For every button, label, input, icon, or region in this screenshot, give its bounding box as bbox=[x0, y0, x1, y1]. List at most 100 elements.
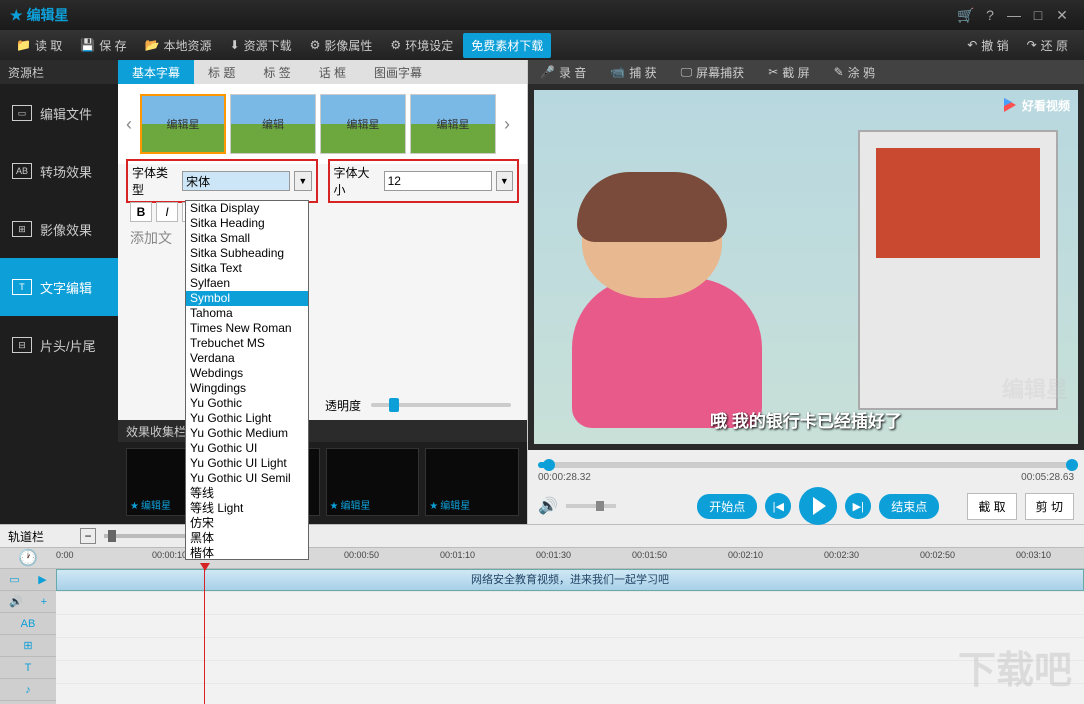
sidebar-item-video-fx[interactable]: ⊞影像效果 bbox=[0, 200, 118, 258]
font-size-input[interactable] bbox=[384, 171, 492, 191]
end-point-button[interactable]: 结束点 bbox=[879, 494, 939, 519]
sidebar-item-edit-file[interactable]: ▭编辑文件 bbox=[0, 84, 118, 142]
bold-button[interactable]: B bbox=[130, 202, 152, 222]
tb-props[interactable]: ⚙ 影像属性 bbox=[302, 33, 381, 58]
font-option[interactable]: Times New Roman bbox=[186, 321, 308, 336]
close-icon[interactable]: ✕ bbox=[1050, 7, 1074, 24]
ab-track-header[interactable]: AB bbox=[0, 613, 56, 635]
start-point-button[interactable]: 开始点 bbox=[697, 494, 757, 519]
effect-thumb-3[interactable]: ★编辑星 bbox=[326, 448, 420, 516]
pt-record[interactable]: 🎤 录 音 bbox=[528, 60, 598, 84]
effect-thumb-4[interactable]: ★编辑星 bbox=[425, 448, 519, 516]
next-button[interactable]: ▶| bbox=[845, 493, 871, 519]
font-option[interactable]: Sitka Heading bbox=[186, 216, 308, 231]
thumb-4[interactable]: 编辑星 bbox=[410, 94, 496, 154]
font-option[interactable]: Yu Gothic UI bbox=[186, 441, 308, 456]
pt-screen-capture[interactable]: 🖵 屏幕捕获 bbox=[669, 60, 757, 84]
font-type-dropdown-btn[interactable]: ▼ bbox=[294, 171, 311, 191]
tab-label[interactable]: 标 签 bbox=[249, 60, 304, 84]
font-option[interactable]: Yu Gothic UI Semil bbox=[186, 471, 308, 486]
sidebar-item-text-edit[interactable]: T文字编辑 bbox=[0, 258, 118, 316]
thumb-next[interactable]: › bbox=[500, 94, 514, 154]
text-track-header[interactable]: T bbox=[0, 657, 56, 679]
font-option[interactable]: Sitka Text bbox=[186, 261, 308, 276]
sidebar-item-transition[interactable]: AB转场效果 bbox=[0, 142, 118, 200]
tb-local[interactable]: 📂 本地资源 bbox=[137, 33, 220, 58]
help-icon[interactable]: ? bbox=[978, 7, 1002, 23]
seek-bar[interactable] bbox=[538, 462, 1074, 468]
effects-header: 效果收集栏 bbox=[118, 420, 527, 442]
center-panel: 基本字幕 标 题 标 签 话 框 图画字幕 ‹ 编辑星 编辑 编辑星 编辑星 ›… bbox=[118, 60, 528, 524]
font-option[interactable]: Yu Gothic bbox=[186, 396, 308, 411]
prev-button[interactable]: |◀ bbox=[765, 493, 791, 519]
tab-speech[interactable]: 话 框 bbox=[305, 60, 360, 84]
font-option[interactable]: 等线 Light bbox=[186, 501, 308, 516]
font-option[interactable]: 楷体 bbox=[186, 546, 308, 560]
font-option[interactable]: Sylfaen bbox=[186, 276, 308, 291]
volume-slider[interactable] bbox=[566, 504, 616, 508]
minimize-icon[interactable]: — bbox=[1002, 7, 1026, 23]
layout-icon: ⊟ bbox=[12, 337, 32, 353]
tab-basic-subtitle[interactable]: 基本字幕 bbox=[118, 60, 194, 84]
star-icon: ★ bbox=[330, 501, 339, 512]
font-option[interactable]: Yu Gothic UI Light bbox=[186, 456, 308, 471]
zoom-slider[interactable] bbox=[104, 534, 194, 538]
font-dropdown-list[interactable]: Sitka DisplaySitka HeadingSitka SmallSit… bbox=[185, 200, 309, 560]
tb-undo[interactable]: ↶ 撤 销 bbox=[959, 33, 1016, 58]
font-option[interactable]: Symbol bbox=[186, 291, 308, 306]
tb-save[interactable]: 💾 保 存 bbox=[72, 33, 134, 58]
opacity-slider[interactable] bbox=[371, 403, 511, 407]
font-option[interactable]: Verdana bbox=[186, 351, 308, 366]
video-preview[interactable]: 好看视频 编辑星 哦 我的银行卡已经插好了 bbox=[534, 90, 1078, 444]
audio-track-header[interactable]: 🔊+ bbox=[0, 591, 56, 613]
font-option[interactable]: Yu Gothic Medium bbox=[186, 426, 308, 441]
tab-image-subtitle[interactable]: 图画字幕 bbox=[360, 60, 436, 84]
playhead[interactable] bbox=[204, 569, 205, 704]
play-button[interactable] bbox=[799, 487, 837, 525]
capture-button[interactable]: 截 取 bbox=[967, 493, 1016, 520]
thumb-prev[interactable]: ‹ bbox=[122, 94, 136, 154]
font-size-dropdown-btn[interactable]: ▼ bbox=[496, 171, 513, 191]
cart-icon[interactable]: 🛒 bbox=[954, 7, 978, 24]
tb-free-assets[interactable]: 免费素材下载 bbox=[463, 33, 551, 58]
font-option[interactable]: 黑体 bbox=[186, 531, 308, 546]
font-option[interactable]: Sitka Display bbox=[186, 201, 308, 216]
font-option[interactable]: Yu Gothic Light bbox=[186, 411, 308, 426]
ruler-tick: 0:00 bbox=[56, 550, 74, 560]
thumb-1[interactable]: 编辑星 bbox=[140, 94, 226, 154]
tab-title[interactable]: 标 题 bbox=[194, 60, 249, 84]
font-type-input[interactable] bbox=[182, 171, 290, 191]
maximize-icon[interactable]: □ bbox=[1026, 7, 1050, 23]
timeline-tracks-area[interactable]: 网络安全教育视频，进来我们一起学习吧 bbox=[56, 569, 1084, 704]
pt-capture[interactable]: 📹 捕 获 bbox=[598, 60, 668, 84]
thumb-3[interactable]: 编辑星 bbox=[320, 94, 406, 154]
pt-doodle[interactable]: ✎ 涂 鸦 bbox=[822, 60, 887, 84]
video-track-header[interactable]: ▭▶ bbox=[0, 569, 56, 591]
font-option[interactable]: Trebuchet MS bbox=[186, 336, 308, 351]
video-clip[interactable]: 网络安全教育视频，进来我们一起学习吧 bbox=[56, 569, 1084, 591]
tb-download[interactable]: ⬇ 资源下载 bbox=[222, 33, 300, 58]
font-option[interactable]: Tahoma bbox=[186, 306, 308, 321]
tb-env[interactable]: ⚙ 环境设定 bbox=[382, 33, 461, 58]
zoom-out-button[interactable]: − bbox=[80, 528, 96, 544]
timeline-ruler[interactable]: 🕐 0:0000:00:1000:00:3000:00:5000:01:1000… bbox=[0, 547, 1084, 569]
sidebar-item-intro-outro[interactable]: ⊟片头/片尾 bbox=[0, 316, 118, 374]
italic-button[interactable]: I bbox=[156, 202, 178, 222]
font-option[interactable]: Webdings bbox=[186, 366, 308, 381]
fx-track-header[interactable]: ⊞ bbox=[0, 635, 56, 657]
volume-icon[interactable]: 🔊 bbox=[538, 496, 558, 516]
ruler-tick: 00:02:50 bbox=[920, 550, 955, 560]
app-name: 编辑星 bbox=[27, 5, 69, 25]
star-icon: ★ bbox=[10, 7, 23, 24]
tb-read[interactable]: 📁 读 取 bbox=[8, 33, 70, 58]
font-option[interactable]: 等线 bbox=[186, 486, 308, 501]
music-track-header[interactable]: ♪ bbox=[0, 679, 56, 701]
thumb-2[interactable]: 编辑 bbox=[230, 94, 316, 154]
cut-button[interactable]: 剪 切 bbox=[1025, 493, 1074, 520]
pt-screenshot[interactable]: ✂ 截 屏 bbox=[756, 60, 821, 84]
font-option[interactable]: Sitka Subheading bbox=[186, 246, 308, 261]
font-option[interactable]: Sitka Small bbox=[186, 231, 308, 246]
font-option[interactable]: Wingdings bbox=[186, 381, 308, 396]
font-option[interactable]: 仿宋 bbox=[186, 516, 308, 531]
tb-redo[interactable]: ↷ 还 原 bbox=[1019, 33, 1076, 58]
